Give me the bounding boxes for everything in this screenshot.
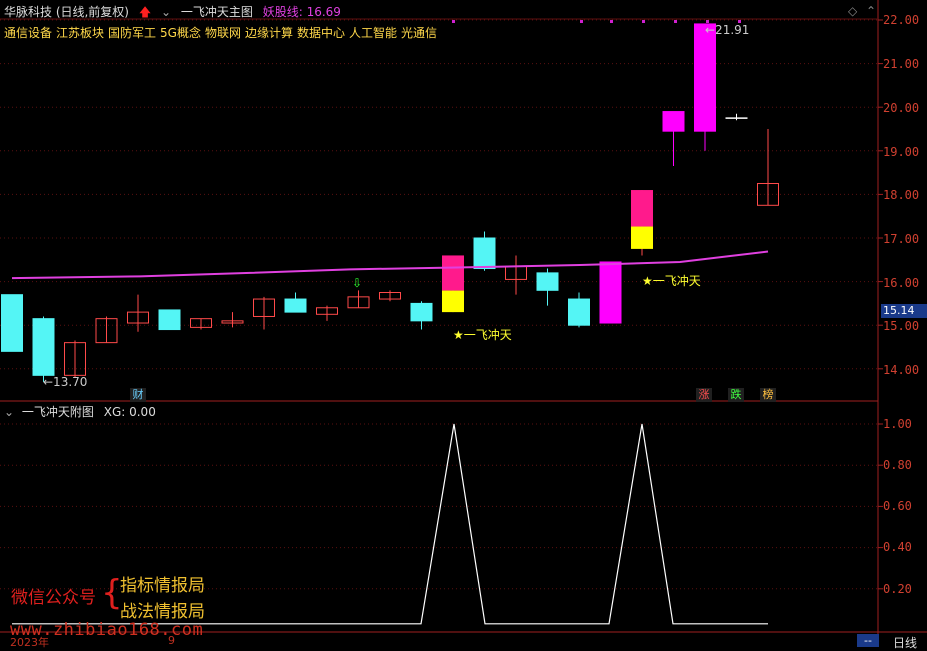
candle-body (662, 111, 685, 132)
price-tick: 18.00 (883, 188, 920, 202)
price-tick: 16.00 (883, 276, 920, 290)
sub-chart-header: ⌄ 一飞冲天附图 XG: 0.00 (4, 403, 156, 420)
date-month: 9 (168, 634, 175, 647)
price-chart[interactable] (0, 0, 927, 647)
high-price-label: ←21.91 (705, 23, 750, 37)
signal-dot (674, 20, 677, 23)
signal-dot (580, 20, 583, 23)
sub-tick: 0.60 (883, 499, 912, 513)
rank-badge[interactable]: 榜 (760, 388, 776, 402)
candle-body (473, 237, 496, 270)
price-tick: 17.00 (883, 232, 920, 246)
signal-label: ★一飞冲天 (453, 328, 512, 342)
price-tick: 15.00 (883, 319, 920, 333)
candle-body (536, 272, 559, 291)
price-tick: 19.00 (883, 145, 920, 159)
candle-body (158, 309, 181, 331)
candle-body (442, 255, 464, 291)
watermark-line2: 战法情报局 (120, 602, 205, 622)
signal-dot (610, 20, 613, 23)
date-year: 2023年 (10, 636, 49, 649)
sub-tick: 1.00 (883, 417, 912, 431)
watermark-wechat: 微信公众号 (11, 588, 96, 608)
candle-body (694, 23, 716, 132)
low-price-label: ←13.70 (43, 375, 88, 389)
signal-dot (642, 20, 645, 23)
price-tick: 22.00 (883, 13, 920, 27)
nav-button[interactable]: -- (857, 634, 879, 647)
candle-body (599, 261, 622, 324)
price-tick: 14.00 (883, 363, 920, 377)
candle-body (442, 290, 464, 313)
price-tick: 21.00 (883, 57, 920, 71)
signal-label: ★一飞冲天 (642, 274, 701, 288)
finance-badge[interactable]: 财 (130, 388, 146, 402)
period-button[interactable]: 日线 (893, 634, 917, 651)
current-price-tag: 15.14 (881, 304, 927, 318)
down-badge[interactable]: 跌 (728, 388, 744, 402)
price-tick: 20.00 (883, 101, 920, 115)
sub-chart-title[interactable]: 一飞冲天附图 (22, 405, 94, 419)
xg-value: XG: 0.00 (103, 405, 156, 419)
chevron-down-icon[interactable]: ⌄ (4, 405, 14, 419)
candle-body (32, 318, 55, 376)
signal-dot (452, 20, 455, 23)
candle-body (568, 298, 590, 326)
candle-body (1, 294, 23, 352)
arrow-down-icon: ⇩ (352, 276, 363, 290)
candle-body (410, 302, 433, 322)
sub-tick: 0.40 (883, 540, 912, 554)
up-badge[interactable]: 涨 (696, 388, 712, 402)
sub-tick: 0.20 (883, 582, 912, 596)
watermark-line1: 指标情报局 (120, 576, 205, 596)
candle-body (284, 298, 307, 313)
sub-tick: 0.80 (883, 458, 912, 472)
candle-body (631, 190, 653, 227)
candle-body (631, 226, 653, 249)
